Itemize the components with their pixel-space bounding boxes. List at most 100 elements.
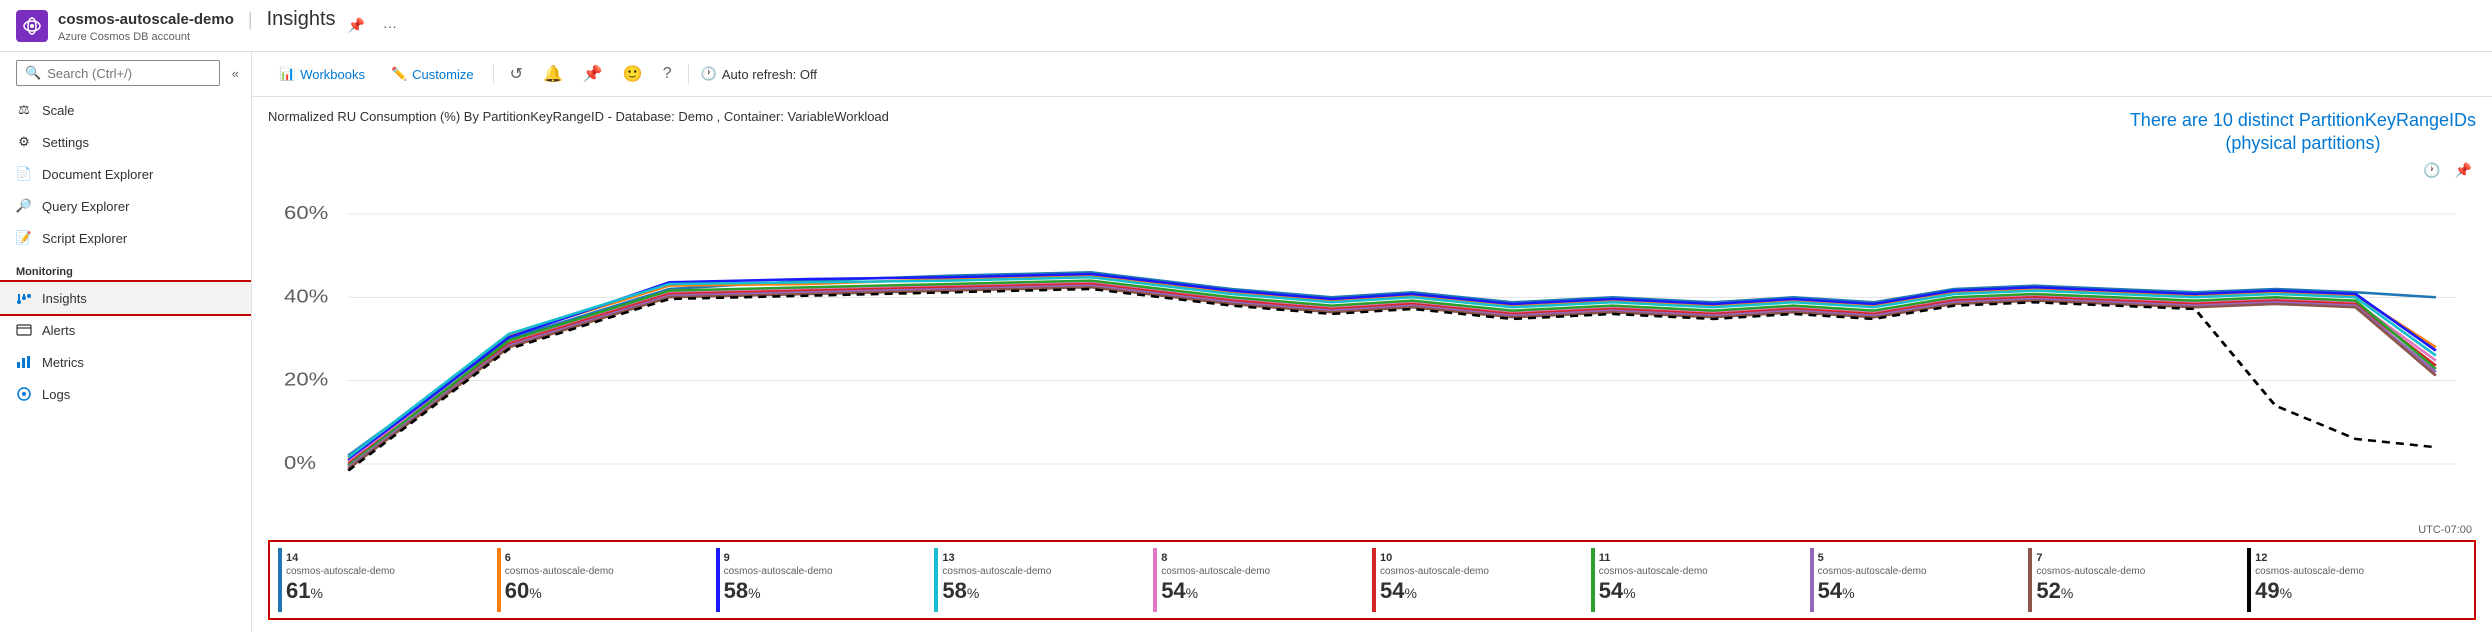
legend-pct: 54% <box>1161 578 1362 604</box>
legend-pct: 58% <box>724 578 925 604</box>
legend-name: cosmos-autoscale-demo <box>286 566 487 578</box>
toolbar: 📊 Workbooks ✏️ Customize ↺ 🔔 📌 🙂 ? 🕐 Aut… <box>252 52 2492 97</box>
chart-svg: 60% 40% 20% 0% <box>268 189 2476 522</box>
app-subtitle: Azure Cosmos DB account <box>58 31 336 43</box>
legend-item: 9 cosmos-autoscale-demo 58% <box>716 548 935 612</box>
legend-id: 14 <box>286 552 298 564</box>
more-button[interactable]: ··· <box>379 16 401 36</box>
legend-id: 5 <box>1818 552 1824 564</box>
app-name: cosmos-autoscale-demo <box>58 11 234 28</box>
settings-icon: ⚙ <box>16 134 32 150</box>
legend-id: 12 <box>2255 552 2267 564</box>
alerts-icon <box>16 322 32 338</box>
legend-pct: 54% <box>1599 578 1800 604</box>
chart-container: Normalized RU Consumption (%) By Partiti… <box>252 97 2492 632</box>
app-header: cosmos-autoscale-demo | Insights Azure C… <box>0 0 2492 52</box>
sidebar-item-insights[interactable]: Insights <box>0 282 251 314</box>
partition-note: There are 10 distinct PartitionKeyRangeI… <box>2130 109 2476 156</box>
search-box[interactable]: 🔍 <box>16 60 220 86</box>
legend-pct: 54% <box>1818 578 2019 604</box>
legend-item: 8 cosmos-autoscale-demo 54% <box>1153 548 1372 612</box>
history-button[interactable]: 🕐 <box>2419 160 2444 181</box>
sidebar-item-label: Scale <box>42 103 75 118</box>
legend-pct: 52% <box>2036 578 2237 604</box>
legend-item: 14 cosmos-autoscale-demo 61% <box>278 548 497 612</box>
legend-item: 5 cosmos-autoscale-demo 54% <box>1810 548 2029 612</box>
legend-name: cosmos-autoscale-demo <box>1161 566 1362 578</box>
page-title: Insights <box>267 8 336 31</box>
legend-name: cosmos-autoscale-demo <box>2036 566 2237 578</box>
svg-text:20%: 20% <box>284 370 328 390</box>
sidebar-item-alerts[interactable]: Alerts <box>0 314 251 346</box>
legend-name: cosmos-autoscale-demo <box>1380 566 1581 578</box>
svg-text:40%: 40% <box>284 287 328 307</box>
partition-note-line2: (physical partitions) <box>2225 133 2380 153</box>
main-layout: 🔍 « ⚖ Scale ⚙ Settings 📄 Document Explor… <box>0 52 2492 632</box>
chart-title: Normalized RU Consumption (%) By Partiti… <box>268 109 889 124</box>
legend-id: 10 <box>1380 552 1392 564</box>
sidebar-item-label: Settings <box>42 135 89 150</box>
legend-pct: 61% <box>286 578 487 604</box>
query-icon: 🔎 <box>16 198 32 214</box>
legend-name: cosmos-autoscale-demo <box>505 566 706 578</box>
legend-item: 11 cosmos-autoscale-demo 54% <box>1591 548 1810 612</box>
customize-label: Customize <box>412 67 473 82</box>
header-title: cosmos-autoscale-demo | Insights <box>58 8 336 31</box>
sidebar-item-query-explorer[interactable]: 🔎 Query Explorer <box>0 190 251 222</box>
app-icon <box>16 10 48 42</box>
chart-legend: 14 cosmos-autoscale-demo 61% 6 cosmos-au… <box>268 540 2476 620</box>
workbooks-label: Workbooks <box>300 67 365 82</box>
legend-id: 7 <box>2036 552 2042 564</box>
utc-label: UTC-07:00 <box>268 524 2476 536</box>
sidebar-item-script-explorer[interactable]: 📝 Script Explorer <box>0 222 251 254</box>
legend-item: 7 cosmos-autoscale-demo 52% <box>2028 548 2247 612</box>
auto-refresh-control[interactable]: 🕐 Auto refresh: Off <box>701 66 817 82</box>
legend-pct: 58% <box>942 578 1143 604</box>
sidebar-item-label: Document Explorer <box>42 167 153 182</box>
legend-id: 9 <box>724 552 730 564</box>
auto-refresh-label: Auto refresh: Off <box>722 67 817 82</box>
sidebar-item-logs[interactable]: Logs <box>0 378 251 410</box>
svg-text:60%: 60% <box>284 203 328 223</box>
sidebar-item-metrics[interactable]: Metrics <box>0 346 251 378</box>
workbooks-icon: 📊 <box>279 66 295 82</box>
workbooks-button[interactable]: 📊 Workbooks <box>268 60 376 88</box>
sidebar: 🔍 « ⚖ Scale ⚙ Settings 📄 Document Explor… <box>0 52 252 632</box>
sidebar-item-settings[interactable]: ⚙ Settings <box>0 126 251 158</box>
legend-name: cosmos-autoscale-demo <box>724 566 925 578</box>
sidebar-item-label: Query Explorer <box>42 199 129 214</box>
chart-actions: 🕐 📌 <box>2419 160 2476 181</box>
title-divider: | <box>248 9 253 30</box>
sidebar-item-label: Metrics <box>42 355 84 370</box>
collapse-button[interactable]: « <box>232 58 247 89</box>
legend-name: cosmos-autoscale-demo <box>2255 566 2456 578</box>
sidebar-item-scale[interactable]: ⚖ Scale <box>0 94 251 126</box>
document-icon: 📄 <box>16 166 32 182</box>
filter-button[interactable]: 🔔 <box>535 60 571 88</box>
legend-item: 13 cosmos-autoscale-demo 58% <box>934 548 1153 612</box>
insights-icon <box>16 290 32 306</box>
legend-pct: 49% <box>2255 578 2456 604</box>
legend-id: 13 <box>942 552 954 564</box>
search-input[interactable] <box>47 66 211 81</box>
scale-icon: ⚖ <box>16 102 32 118</box>
sidebar-item-label: Alerts <box>42 323 75 338</box>
chart-header: Normalized RU Consumption (%) By Partiti… <box>268 109 2476 181</box>
fullscreen-button[interactable]: 📌 <box>2451 160 2476 181</box>
smiley-button[interactable]: 🙂 <box>615 60 651 88</box>
legend-pct: 60% <box>505 578 706 604</box>
customize-button[interactable]: ✏️ Customize <box>380 60 485 88</box>
help-button[interactable]: ? <box>655 61 680 87</box>
legend-id: 6 <box>505 552 511 564</box>
script-icon: 📝 <box>16 230 32 246</box>
refresh-button[interactable]: ↺ <box>502 60 531 88</box>
search-icon: 🔍 <box>25 65 41 81</box>
pin-button[interactable]: 📌 <box>344 15 369 36</box>
pin-toolbar-button[interactable]: 📌 <box>575 60 611 88</box>
legend-name: cosmos-autoscale-demo <box>1818 566 2019 578</box>
sidebar-item-document-explorer[interactable]: 📄 Document Explorer <box>0 158 251 190</box>
toolbar-separator-2 <box>688 64 689 84</box>
pencil-icon: ✏️ <box>391 66 407 82</box>
legend-pct: 54% <box>1380 578 1581 604</box>
header-actions: 📌 ··· <box>344 15 401 36</box>
